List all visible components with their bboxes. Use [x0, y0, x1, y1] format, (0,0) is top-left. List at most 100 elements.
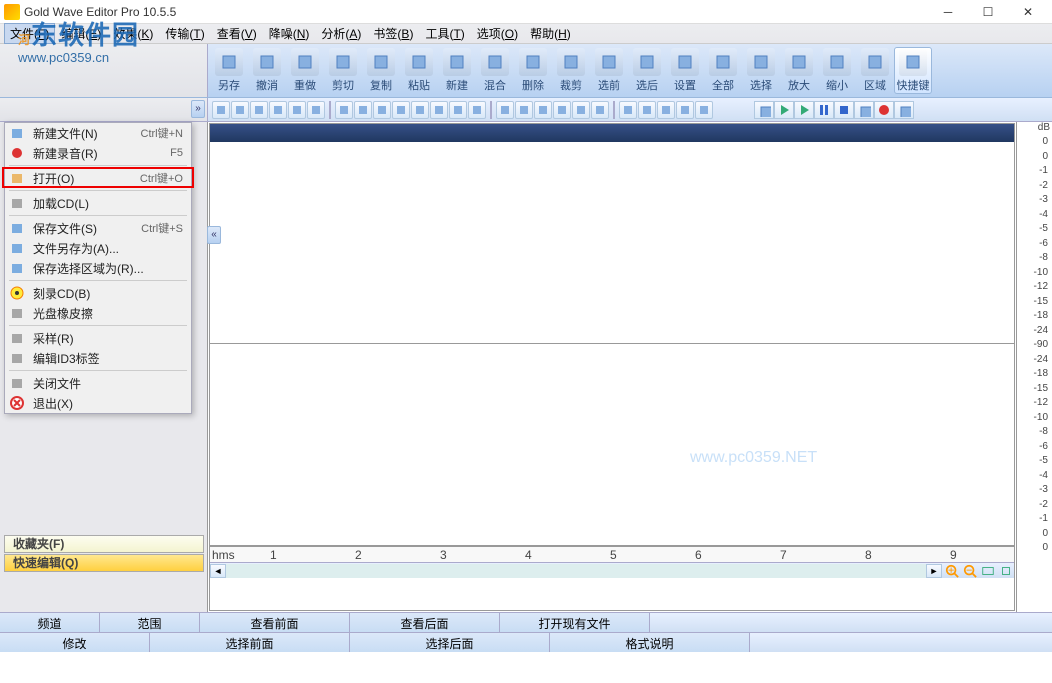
zoom-out-icon[interactable] — [962, 564, 978, 578]
toolbar-18[interactable]: 快捷键 — [894, 47, 932, 94]
maximize-button[interactable]: ☐ — [968, 1, 1008, 23]
menu-h[interactable]: 帮助(H) — [524, 23, 577, 44]
file-menu-cd[interactable]: 加载CD(L) — [5, 193, 191, 213]
zoom-sel-icon[interactable] — [998, 564, 1014, 578]
status1-cell-3[interactable]: 查看后面 — [350, 613, 500, 632]
horizontal-scrollbar[interactable]: ◄ ► — [210, 562, 1014, 578]
waveform-channel-right[interactable] — [210, 344, 1014, 546]
loop-icon[interactable] — [894, 101, 914, 119]
minimize-button[interactable]: ─ — [928, 1, 968, 23]
toolbar-10[interactable]: 选前 — [590, 48, 628, 93]
mini-toolbar-btn-13[interactable] — [468, 101, 486, 119]
skip-start-icon[interactable] — [754, 101, 774, 119]
mini-toolbar-btn-20[interactable] — [619, 101, 637, 119]
toolbar-4[interactable]: 复制 — [362, 48, 400, 93]
toolbar-1[interactable]: 撤消 — [248, 48, 286, 93]
waveform-canvas[interactable]: www.pc0359.NET hms123456789 ◄ ► — [209, 123, 1015, 611]
mini-toolbar-btn-0[interactable] — [212, 101, 230, 119]
mini-toolbar-btn-10[interactable] — [411, 101, 429, 119]
file-menu-burn[interactable]: 刻录CD(B) — [5, 283, 191, 303]
mini-toolbar-btn-22[interactable] — [657, 101, 675, 119]
file-menu-erase[interactable]: 光盘橡皮擦 — [5, 303, 191, 323]
menu-v[interactable]: 查看(V) — [211, 23, 263, 44]
menu-f[interactable]: 文件(F) — [4, 23, 55, 44]
toolbar-8[interactable]: 删除 — [514, 48, 552, 93]
record-icon[interactable] — [874, 101, 894, 119]
favorites-panel-button[interactable]: 收藏夹(F) — [4, 535, 204, 553]
file-menu-save[interactable]: 保存文件(S)Ctrl键+S — [5, 218, 191, 238]
menu-t[interactable]: 传输(T) — [159, 23, 210, 44]
menu-bar[interactable]: 文件(F)编辑(E)效果(K)传输(T)查看(V)降噪(N)分析(A)书签(B)… — [0, 24, 1052, 44]
toolbar-7[interactable]: 混合 — [476, 48, 514, 93]
mini-toolbar-btn-1[interactable] — [231, 101, 249, 119]
mini-toolbar-btn-5[interactable] — [307, 101, 325, 119]
toolbar-16[interactable]: 缩小 — [818, 48, 856, 93]
mini-toolbar-btn-23[interactable] — [676, 101, 694, 119]
mini-toolbar-btn-21[interactable] — [638, 101, 656, 119]
mini-toolbar-btn-6[interactable] — [335, 101, 353, 119]
file-menu-open[interactable]: 打开(O)Ctrl键+O — [5, 168, 191, 188]
quickedit-panel-button[interactable]: 快速编辑(Q) — [4, 554, 204, 572]
mini-toolbar-btn-14[interactable] — [496, 101, 514, 119]
mini-toolbar-btn-18[interactable] — [572, 101, 590, 119]
file-menu-new[interactable]: 新建文件(N)Ctrl键+N — [5, 123, 191, 143]
status1-cell-1[interactable]: 范围 — [100, 613, 200, 632]
menu-n[interactable]: 降噪(N) — [263, 23, 316, 44]
file-menu-rec[interactable]: 新建录音(R)F5 — [5, 143, 191, 163]
menu-e[interactable]: 编辑(E) — [55, 23, 107, 44]
toolbar-14[interactable]: 选择 — [742, 48, 780, 93]
close-button[interactable]: ✕ — [1008, 1, 1048, 23]
menu-o[interactable]: 选项(O) — [471, 23, 524, 44]
toolbar-3[interactable]: 剪切 — [324, 48, 362, 93]
file-menu-exit[interactable]: 退出(X) — [5, 393, 191, 413]
status2-cell-3[interactable]: 格式说明 — [550, 633, 750, 652]
toolbar-6[interactable]: 新建 — [438, 48, 476, 93]
toolbar-0[interactable]: 另存 — [210, 48, 248, 93]
mini-toolbar-btn-4[interactable] — [288, 101, 306, 119]
mini-toolbar-btn-12[interactable] — [449, 101, 467, 119]
mini-toolbar-btn-7[interactable] — [354, 101, 372, 119]
mini-toolbar-btn-15[interactable] — [515, 101, 533, 119]
menu-b[interactable]: 书签(B) — [367, 23, 419, 44]
mini-toolbar-btn-2[interactable] — [250, 101, 268, 119]
status1-cell-2[interactable]: 查看前面 — [200, 613, 350, 632]
toolbar-13[interactable]: 全部 — [704, 48, 742, 93]
menu-k[interactable]: 效果(K) — [107, 23, 159, 44]
skip-end-icon[interactable] — [854, 101, 874, 119]
time-ruler[interactable]: hms123456789 — [210, 546, 1014, 562]
file-menu-saveas[interactable]: 文件另存为(A)... — [5, 238, 191, 258]
scroll-track[interactable] — [226, 564, 926, 578]
scroll-right-button[interactable]: ► — [926, 564, 942, 578]
toolbar-17[interactable]: 区域 — [856, 48, 894, 93]
file-menu-savesel[interactable]: 保存选择区域为(R)... — [5, 258, 191, 278]
status2-cell-0[interactable]: 修改 — [0, 633, 150, 652]
mini-toolbar-btn-11[interactable] — [430, 101, 448, 119]
file-menu-sample[interactable]: 采样(R) — [5, 328, 191, 348]
file-menu-dropdown[interactable]: 新建文件(N)Ctrl键+N新建录音(R)F5 打开(O)Ctrl键+O 加载CD(… — [4, 122, 192, 414]
mini-toolbar-btn-24[interactable] — [695, 101, 713, 119]
play-icon[interactable] — [794, 101, 814, 119]
toolbar-9[interactable]: 裁剪 — [552, 48, 590, 93]
scroll-left-button[interactable]: ◄ — [210, 564, 226, 578]
status1-cell-4[interactable]: 打开现有文件 — [500, 613, 650, 632]
menu-t[interactable]: 工具(T) — [419, 23, 470, 44]
stop-icon[interactable] — [834, 101, 854, 119]
zoom-fit-icon[interactable] — [980, 564, 996, 578]
chevron-down-icon[interactable]: » — [191, 100, 205, 118]
play-icon[interactable] — [774, 101, 794, 119]
status2-cell-1[interactable]: 选择前面 — [150, 633, 350, 652]
mini-toolbar-btn-8[interactable] — [373, 101, 391, 119]
status1-cell-0[interactable]: 频道 — [0, 613, 100, 632]
toolbar-11[interactable]: 选后 — [628, 48, 666, 93]
menu-a[interactable]: 分析(A) — [315, 23, 367, 44]
toolbar-15[interactable]: 放大 — [780, 48, 818, 93]
zoom-in-icon[interactable] — [944, 564, 960, 578]
toolbar-5[interactable]: 粘贴 — [400, 48, 438, 93]
mini-toolbar-btn-9[interactable] — [392, 101, 410, 119]
toolbar-12[interactable]: 设置 — [666, 48, 704, 93]
mini-toolbar-btn-19[interactable] — [591, 101, 609, 119]
status2-cell-2[interactable]: 选择后面 — [350, 633, 550, 652]
mini-toolbar-btn-3[interactable] — [269, 101, 287, 119]
chevron-collapse-icon[interactable]: « — [207, 226, 221, 244]
file-menu-id3[interactable]: 编辑ID3标签 — [5, 348, 191, 368]
